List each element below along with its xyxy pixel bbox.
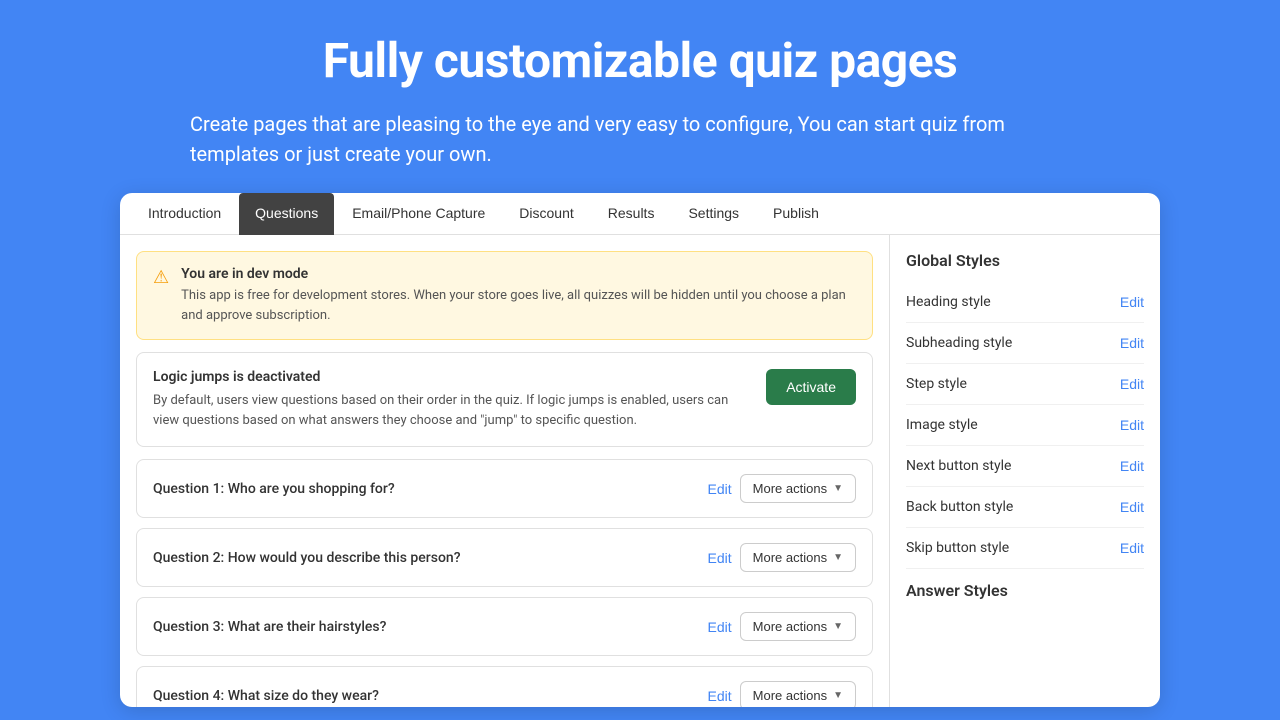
subheading-style-label: Subheading style (906, 335, 1012, 351)
question-3-more-actions-button[interactable]: More actions ▼ (740, 612, 856, 641)
question-2-label: Question 2: How would you describe this … (153, 550, 461, 566)
tab-publish[interactable]: Publish (757, 193, 835, 235)
dev-mode-title: You are in dev mode (181, 266, 856, 282)
logic-jumps-content: Logic jumps is deactivated By default, u… (153, 369, 754, 430)
question-card-1: Question 1: Who are you shopping for? Ed… (136, 459, 873, 518)
step-style-label: Step style (906, 376, 967, 392)
skip-button-style-row: Skip button style Edit (906, 528, 1144, 569)
next-button-style-label: Next button style (906, 458, 1011, 474)
dev-mode-text: This app is free for development stores.… (181, 286, 856, 325)
image-style-label: Image style (906, 417, 978, 433)
next-button-style-edit-button[interactable]: Edit (1120, 458, 1144, 474)
dropdown-arrow-icon: ▼ (833, 621, 843, 632)
tab-email-phone-capture[interactable]: Email/Phone Capture (336, 193, 501, 235)
question-2-edit-button[interactable]: Edit (708, 550, 732, 566)
warning-icon: ⚠ (153, 267, 169, 325)
dev-mode-content: You are in dev mode This app is free for… (181, 266, 856, 325)
heading-style-label: Heading style (906, 294, 991, 310)
skip-button-style-label: Skip button style (906, 540, 1009, 556)
tab-settings[interactable]: Settings (672, 193, 755, 235)
right-panel: Global Styles Heading style Edit Subhead… (890, 235, 1160, 707)
question-1-actions: Edit More actions ▼ (708, 474, 856, 503)
back-button-style-row: Back button style Edit (906, 487, 1144, 528)
step-style-row: Step style Edit (906, 364, 1144, 405)
question-3-label: Question 3: What are their hairstyles? (153, 619, 386, 635)
activate-button[interactable]: Activate (766, 369, 856, 405)
tab-questions[interactable]: Questions (239, 193, 334, 235)
heading-style-row: Heading style Edit (906, 282, 1144, 323)
question-3-actions: Edit More actions ▼ (708, 612, 856, 641)
dropdown-arrow-icon: ▼ (833, 690, 843, 701)
dev-mode-banner: ⚠ You are in dev mode This app is free f… (136, 251, 873, 340)
question-2-more-actions-button[interactable]: More actions ▼ (740, 543, 856, 572)
subheading-style-edit-button[interactable]: Edit (1120, 335, 1144, 351)
skip-button-style-edit-button[interactable]: Edit (1120, 540, 1144, 556)
global-styles-title: Global Styles (906, 251, 1144, 270)
back-button-style-label: Back button style (906, 499, 1013, 515)
subheading-style-row: Subheading style Edit (906, 323, 1144, 364)
question-card-4: Question 4: What size do they wear? Edit… (136, 666, 873, 707)
question-card-3: Question 3: What are their hairstyles? E… (136, 597, 873, 656)
next-button-style-row: Next button style Edit (906, 446, 1144, 487)
logic-jumps-text: By default, users view questions based o… (153, 391, 754, 430)
hero-subtitle: Create pages that are pleasing to the ey… (190, 109, 1090, 169)
image-style-edit-button[interactable]: Edit (1120, 417, 1144, 433)
question-3-edit-button[interactable]: Edit (708, 619, 732, 635)
question-4-label: Question 4: What size do they wear? (153, 688, 379, 704)
step-style-edit-button[interactable]: Edit (1120, 376, 1144, 392)
dropdown-arrow-icon: ▼ (833, 552, 843, 563)
image-style-row: Image style Edit (906, 405, 1144, 446)
tab-discount[interactable]: Discount (503, 193, 589, 235)
question-1-label: Question 1: Who are you shopping for? (153, 481, 395, 497)
dropdown-arrow-icon: ▼ (833, 483, 843, 494)
app-container: Introduction Questions Email/Phone Captu… (120, 193, 1160, 707)
question-card-2: Question 2: How would you describe this … (136, 528, 873, 587)
question-4-actions: Edit More actions ▼ (708, 681, 856, 707)
tabs-bar: Introduction Questions Email/Phone Captu… (120, 193, 1160, 235)
question-4-more-actions-button[interactable]: More actions ▼ (740, 681, 856, 707)
logic-jumps-title: Logic jumps is deactivated (153, 369, 754, 385)
back-button-style-edit-button[interactable]: Edit (1120, 499, 1144, 515)
tab-results[interactable]: Results (592, 193, 671, 235)
hero-title: Fully customizable quiz pages (80, 32, 1200, 89)
answer-styles-title: Answer Styles (906, 581, 1144, 600)
question-4-edit-button[interactable]: Edit (708, 688, 732, 704)
tab-introduction[interactable]: Introduction (132, 193, 237, 235)
question-1-more-actions-button[interactable]: More actions ▼ (740, 474, 856, 503)
heading-style-edit-button[interactable]: Edit (1120, 294, 1144, 310)
logic-jumps-card: Logic jumps is deactivated By default, u… (136, 352, 873, 447)
question-2-actions: Edit More actions ▼ (708, 543, 856, 572)
question-1-edit-button[interactable]: Edit (708, 481, 732, 497)
left-panel: ⚠ You are in dev mode This app is free f… (120, 235, 890, 707)
hero-section: Fully customizable quiz pages Create pag… (0, 0, 1280, 193)
main-content: ⚠ You are in dev mode This app is free f… (120, 235, 1160, 707)
